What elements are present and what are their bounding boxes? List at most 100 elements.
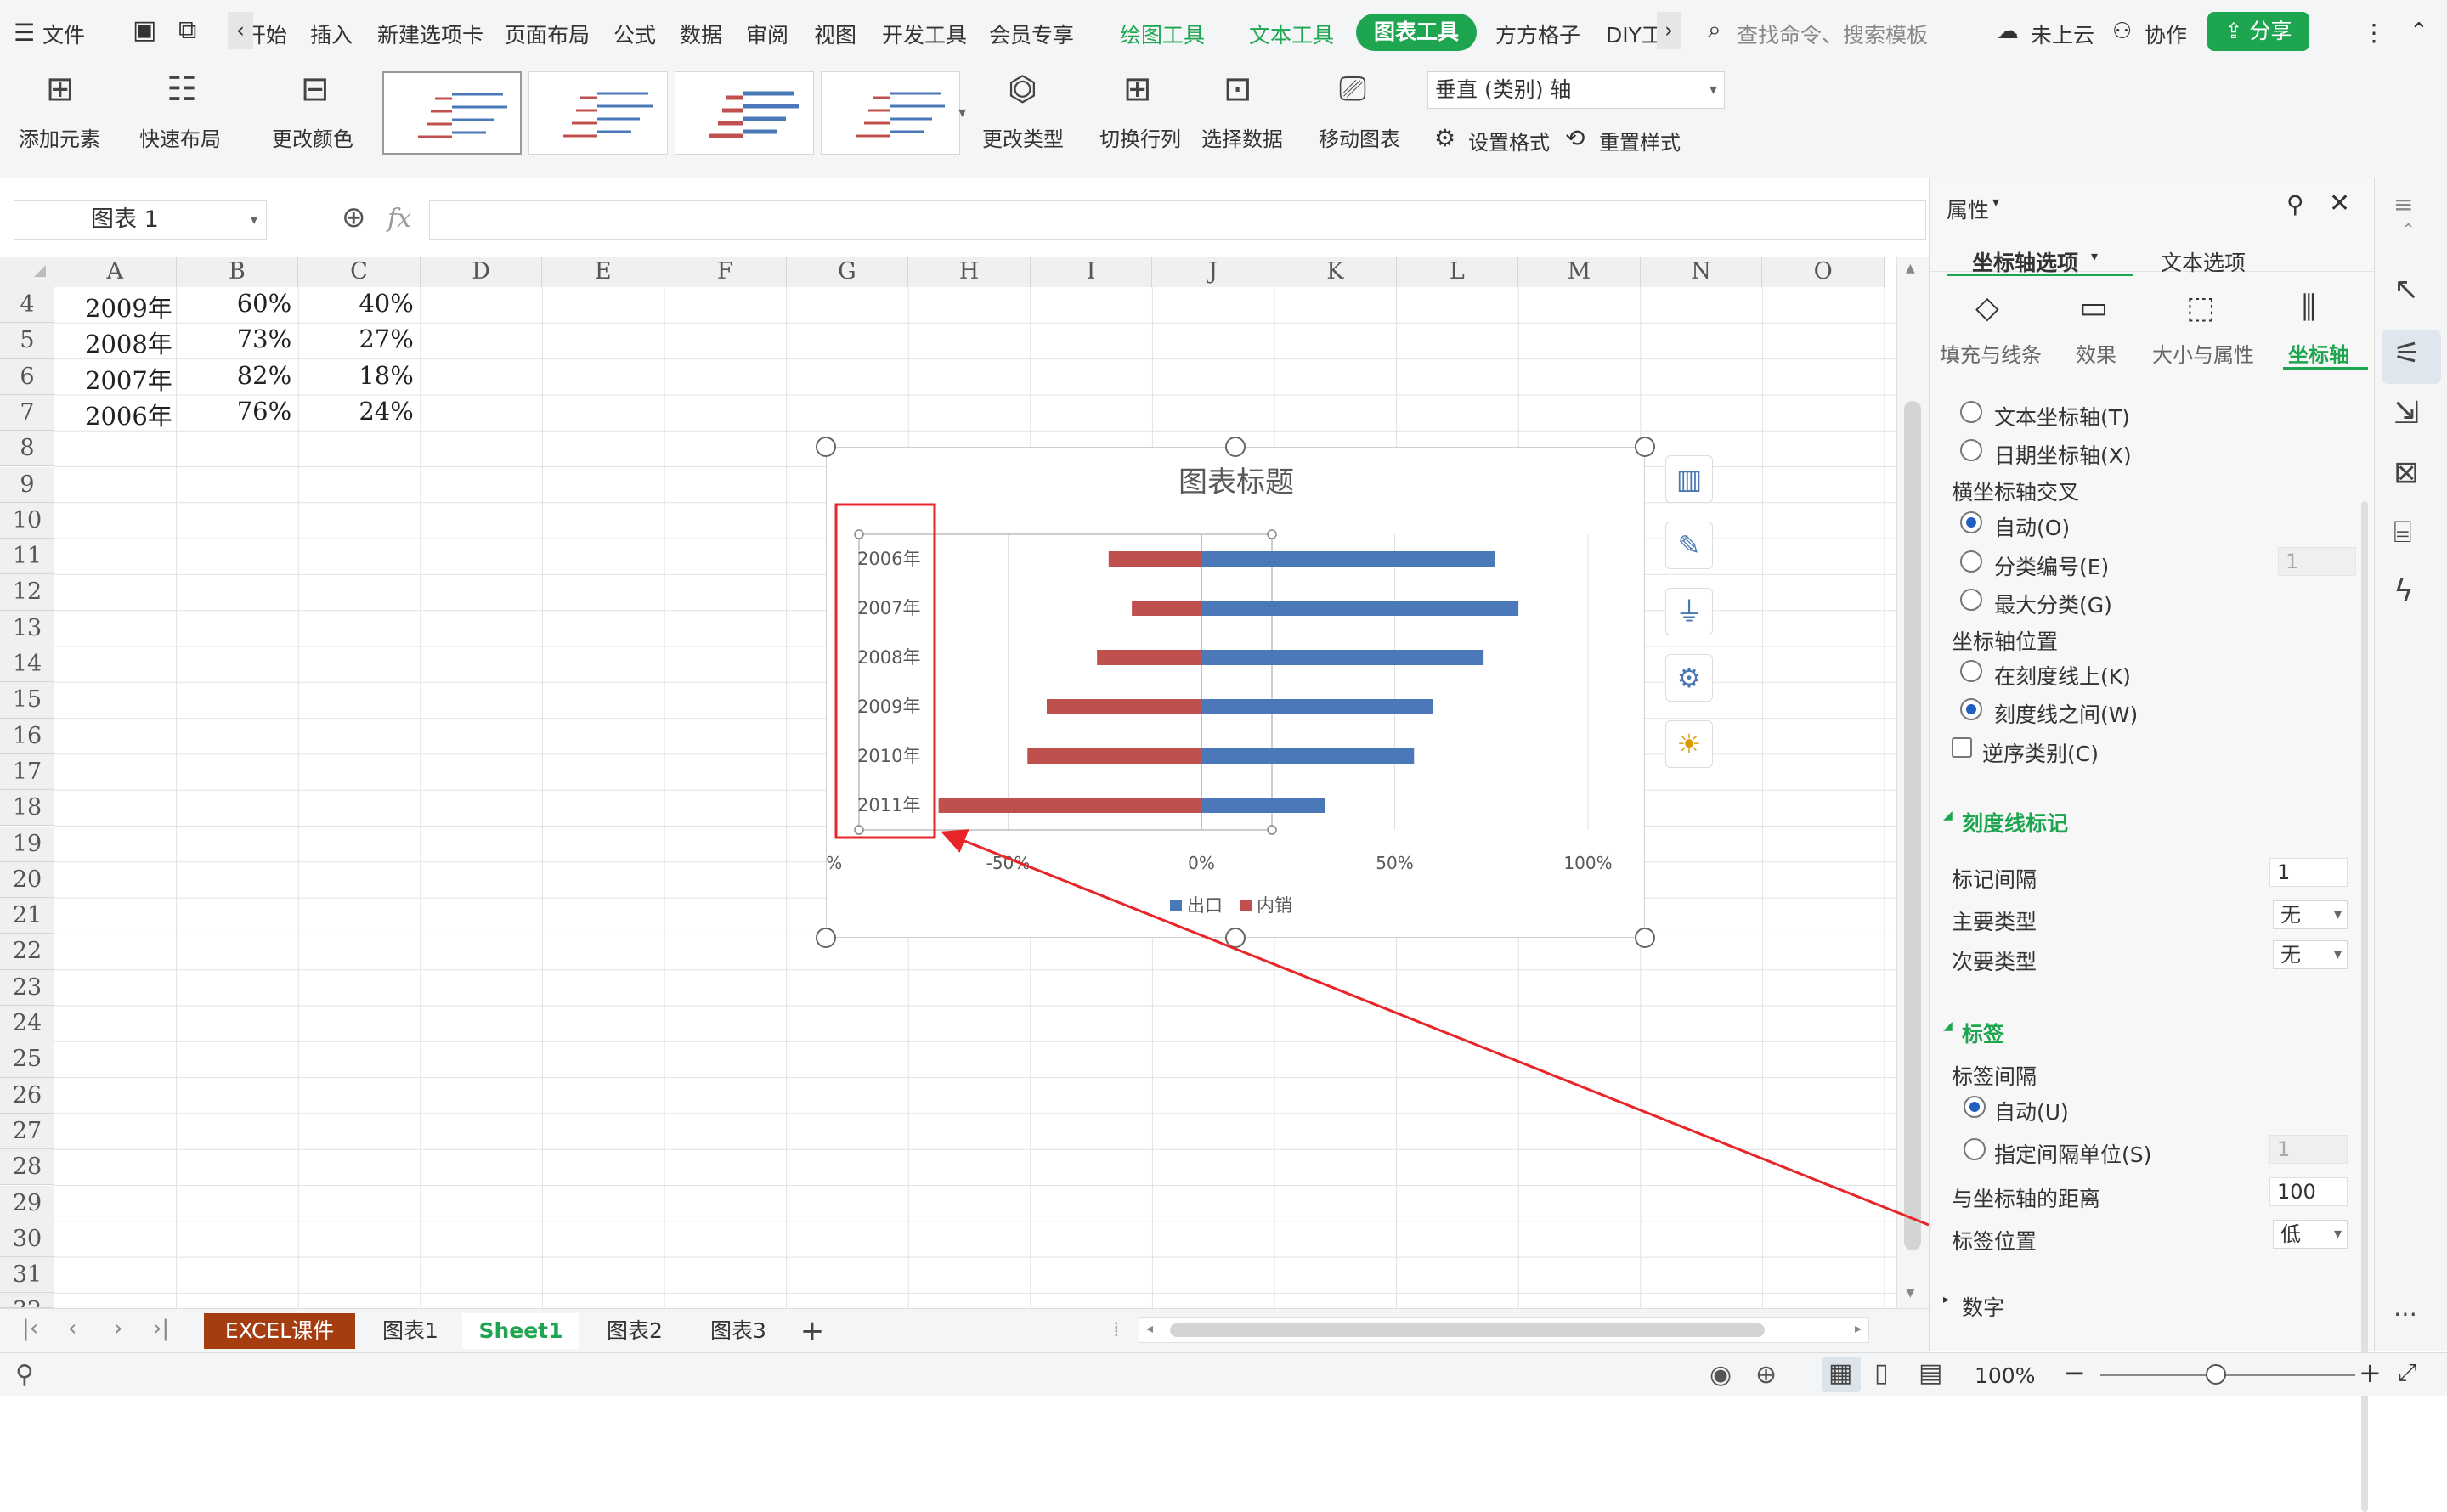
style-gallery-more-icon[interactable]: ▾ <box>958 104 966 121</box>
cell[interactable]: 60% <box>177 289 291 318</box>
column-header[interactable]: J <box>1152 257 1274 287</box>
axis-selection-handle[interactable] <box>1267 825 1277 835</box>
chart-image-icon[interactable]: ⊠ <box>2393 455 2419 490</box>
row-header[interactable]: 30 <box>0 1221 54 1258</box>
cell[interactable]: 2009年 <box>85 289 172 324</box>
tab-view[interactable]: 视图 <box>814 19 856 49</box>
chart-style-1[interactable] <box>382 71 522 155</box>
panel-title-dropdown-icon[interactable]: ▾ <box>1992 194 1999 210</box>
column-header[interactable]: M <box>1518 257 1641 287</box>
row-header[interactable]: 17 <box>0 753 54 791</box>
zoom-level[interactable]: 100% <box>1975 1363 2035 1388</box>
cell[interactable]: 76% <box>177 397 291 426</box>
radio-label-auto[interactable] <box>1964 1096 1986 1118</box>
cell[interactable]: 18% <box>298 361 413 390</box>
bar-domestic[interactable] <box>1047 699 1201 714</box>
tick-section-title[interactable]: 刻度线标记 <box>1962 807 2068 838</box>
tab-diy[interactable]: DIY工 <box>1606 19 1663 49</box>
bar-domestic[interactable] <box>1027 748 1201 764</box>
chart-style-2[interactable] <box>528 71 668 155</box>
row-header[interactable]: 28 <box>0 1149 54 1186</box>
sheet-tab-chart2[interactable]: 图表2 <box>585 1313 685 1349</box>
change-type-button[interactable]: 更改类型 <box>982 122 1064 152</box>
zoom-slider-thumb[interactable] <box>2206 1364 2226 1385</box>
radio-date-axis[interactable] <box>1960 439 1982 461</box>
legend-label[interactable]: 出口 <box>1187 895 1223 916</box>
chart-idea-bulb-icon[interactable]: ☀ <box>1665 720 1713 768</box>
chart-filter-icon[interactable]: ⏚ <box>1665 588 1713 635</box>
resize-handle-top-right[interactable] <box>1635 437 1655 457</box>
row-header[interactable]: 19 <box>0 826 54 862</box>
sheet-tab-chart3[interactable]: 图表3 <box>688 1313 788 1349</box>
select-data-button[interactable]: 选择数据 <box>1201 122 1283 152</box>
cloud-status[interactable]: 未上云 <box>2031 19 2094 49</box>
zoom-icon[interactable]: ⊕ <box>342 200 366 234</box>
tick-interval-input[interactable]: 1 <box>2269 858 2348 887</box>
chart-object[interactable]: 图表标题 -100% -50% 0% 50% 100% 2006年 2007年 2008年 200… <box>788 447 1646 939</box>
row-header[interactable]: 4 <box>0 287 54 324</box>
row-header[interactable]: 9 <box>0 466 54 503</box>
row-header[interactable]: 7 <box>0 394 54 432</box>
lightning-icon[interactable]: ϟ <box>2393 574 2414 609</box>
cell[interactable]: 2007年 <box>85 361 172 397</box>
tab-axis-options[interactable]: 坐标轴选项 <box>1972 246 2078 277</box>
resize-handle-top-left[interactable] <box>816 437 836 457</box>
tab-ffgz[interactable]: 方方格子 <box>1495 19 1580 49</box>
sheet-tab-sheet1[interactable]: Sheet1 <box>462 1313 579 1349</box>
radio-cross-category[interactable] <box>1960 550 1982 573</box>
label-unit-input[interactable]: 1 <box>2269 1135 2348 1164</box>
collab-button[interactable]: 协作 <box>2145 19 2187 49</box>
read-mode-icon[interactable]: ⊕ <box>1755 1360 1777 1390</box>
rail-more-icon[interactable]: ⋯ <box>2393 1300 2417 1328</box>
row-header[interactable]: 16 <box>0 718 54 754</box>
label-section-title[interactable]: 标签 <box>1962 1018 2004 1048</box>
radio-text-axis[interactable] <box>1960 401 1982 423</box>
select-pointer-icon[interactable]: ↖ <box>2393 272 2419 307</box>
row-header[interactable]: 26 <box>0 1077 54 1114</box>
bar-export[interactable] <box>1201 748 1415 764</box>
chart-title[interactable]: 图表标题 <box>1178 465 1294 499</box>
chart-style-4[interactable] <box>821 71 960 155</box>
hamburger-icon[interactable]: ☰ <box>14 19 35 47</box>
chart-canvas[interactable]: 图表标题 -100% -50% 0% 50% 100% 2006年 2007年 2008年 200… <box>788 448 1646 939</box>
prev-sheet-icon[interactable]: ‹ <box>68 1316 76 1341</box>
column-header[interactable]: I <box>1030 257 1153 287</box>
column-header[interactable]: K <box>1274 257 1397 287</box>
row-header[interactable]: 14 <box>0 646 54 683</box>
cell[interactable]: 2008年 <box>85 324 172 360</box>
cell[interactable]: 73% <box>177 324 291 353</box>
tab-new[interactable]: 新建选项卡 <box>377 19 483 49</box>
row-header[interactable]: 11 <box>0 539 54 575</box>
zoom-slider-track[interactable] <box>2100 1374 2355 1376</box>
hscroll-right-icon[interactable]: ▸ <box>1855 1320 1862 1336</box>
tab-page-layout[interactable]: 页面布局 <box>505 19 590 49</box>
cross-category-input[interactable]: 1 <box>2278 547 2356 576</box>
column-header[interactable]: A <box>54 257 177 287</box>
label-position-select[interactable]: 低 <box>2273 1220 2348 1249</box>
chart-style-3[interactable] <box>675 71 814 155</box>
radio-cross-auto[interactable] <box>1960 511 1982 533</box>
column-header[interactable]: B <box>176 257 299 287</box>
radio-cross-max[interactable] <box>1960 589 1982 611</box>
book-search-icon[interactable]: ⌸ <box>2393 515 2412 550</box>
column-header[interactable]: O <box>1762 257 1885 287</box>
tab-text-tools[interactable]: 文本工具 <box>1249 19 1334 49</box>
axis-selection-handle[interactable] <box>1267 529 1277 539</box>
row-header[interactable]: 6 <box>0 358 54 395</box>
add-sheet-button[interactable]: + <box>794 1313 831 1349</box>
axis-selection-handle[interactable] <box>854 825 864 835</box>
chart-elements-icon[interactable]: ▥ <box>1665 455 1713 503</box>
scroll-right-icon[interactable]: › <box>1657 12 1681 49</box>
change-color-button[interactable]: 更改颜色 <box>272 122 353 152</box>
column-header[interactable]: L <box>1396 257 1519 287</box>
scroll-left-icon[interactable]: ‹ <box>228 12 253 49</box>
column-header[interactable]: C <box>298 257 421 287</box>
row-header[interactable]: 8 <box>0 431 54 467</box>
panel-title[interactable]: 属性 <box>1947 194 1989 224</box>
hscroll-left-icon[interactable]: ◂ <box>1146 1320 1153 1336</box>
tab-review[interactable]: 审阅 <box>746 19 788 49</box>
tab-drawing-tools[interactable]: 绘图工具 <box>1120 19 1205 49</box>
tab-splitter-icon[interactable]: ⁞ <box>1113 1317 1120 1341</box>
scroll-up-icon[interactable]: ▲ <box>1906 262 1915 275</box>
row-header[interactable]: 10 <box>0 502 54 539</box>
